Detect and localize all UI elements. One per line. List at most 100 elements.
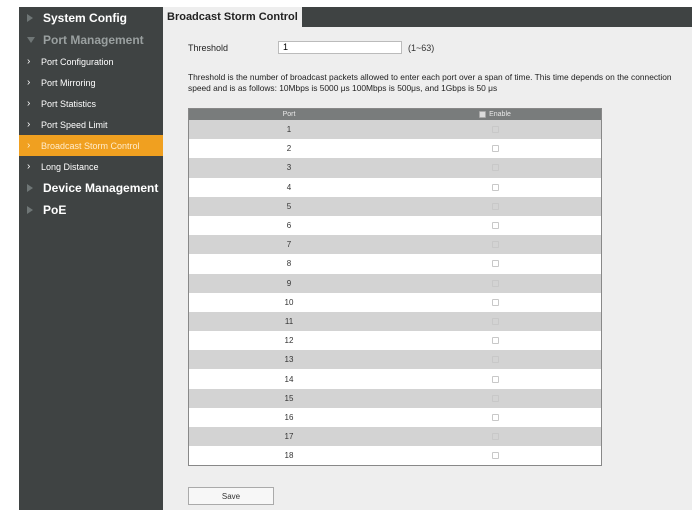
nav-system-config-label: System Config — [43, 11, 128, 25]
table-row: 14 — [189, 369, 601, 389]
enable-checkbox[interactable] — [491, 413, 499, 421]
nav-system-config[interactable]: System Config — [19, 7, 163, 29]
enable-cell — [389, 356, 601, 364]
enable-cell — [389, 375, 601, 383]
port-number: 14 — [284, 374, 294, 384]
enable-cell — [389, 452, 601, 460]
chevron-right-icon: › — [27, 161, 31, 172]
nav-device-management-label: Device Management — [43, 181, 159, 195]
chevron-right-icon: › — [27, 119, 31, 130]
chevron-right-icon: › — [27, 98, 31, 109]
enable-cell — [389, 222, 601, 230]
table-row: 8 — [189, 254, 601, 274]
expand-triangle-icon — [27, 184, 33, 192]
enable-cell — [389, 241, 601, 249]
chevron-right-icon: › — [27, 140, 31, 151]
nav-port-management[interactable]: Port Management — [19, 29, 163, 51]
port-number: 7 — [286, 240, 292, 250]
table-row: 5 — [189, 196, 601, 216]
nav-port-management-label: Port Management — [43, 33, 144, 47]
port-number: 13 — [284, 355, 294, 365]
enable-checkbox[interactable] — [491, 317, 499, 325]
table-row: 3 — [189, 158, 601, 178]
chevron-right-icon: › — [27, 77, 31, 88]
enable-checkbox[interactable] — [491, 183, 499, 191]
enable-checkbox[interactable] — [491, 222, 499, 230]
sidebar-item-long-distance[interactable]: › Long Distance — [19, 156, 163, 177]
enable-checkbox[interactable] — [491, 337, 499, 345]
enable-checkbox[interactable] — [491, 433, 499, 441]
table-body: 1 2 3 4 5 6 7 8 9 10 11 12 13 14 15 16 17 18 — [189, 120, 601, 466]
table-row: 9 — [189, 273, 601, 293]
enable-cell — [389, 183, 601, 191]
threshold-input[interactable] — [278, 41, 403, 54]
sidebar-item-port-configuration[interactable]: › Port Configuration — [19, 51, 163, 72]
enable-checkbox[interactable] — [491, 356, 499, 364]
column-header-enable-label: Enable — [489, 111, 511, 118]
save-button[interactable]: Save — [188, 487, 274, 505]
expand-triangle-icon — [27, 14, 33, 22]
sidebar-item-label: Port Mirroring — [41, 77, 96, 88]
enable-cell — [389, 337, 601, 345]
enable-cell — [389, 298, 601, 306]
port-number: 6 — [286, 221, 292, 231]
table-row: 16 — [189, 407, 601, 427]
sidebar-item-port-mirroring[interactable]: › Port Mirroring — [19, 72, 163, 93]
port-number: 11 — [284, 316, 294, 326]
tab-broadcast-storm-control[interactable]: Broadcast Storm Control — [163, 7, 302, 27]
nav-device-management[interactable]: Device Management — [19, 177, 163, 199]
port-number: 10 — [284, 297, 294, 307]
port-number: 17 — [284, 432, 294, 442]
enable-checkbox[interactable] — [491, 452, 499, 460]
select-all-checkbox[interactable] — [479, 111, 487, 118]
enable-cell — [389, 260, 601, 268]
sidebar-item-port-statistics[interactable]: › Port Statistics — [19, 93, 163, 114]
sidebar-item-label: Port Statistics — [41, 98, 97, 109]
port-table: Port Enable 1 2 3 4 5 6 7 8 9 10 11 12 13 14 15 16 17 18 — [188, 108, 602, 467]
port-number: 15 — [284, 393, 294, 403]
nav-poe[interactable]: PoE — [19, 199, 163, 221]
enable-cell — [389, 126, 601, 134]
chevron-right-icon: › — [27, 56, 31, 67]
threshold-description: Threshold is the number of broadcast pac… — [188, 72, 672, 93]
table-row: 11 — [189, 311, 601, 332]
enable-checkbox[interactable] — [491, 202, 499, 210]
port-number: 4 — [286, 182, 292, 192]
enable-checkbox[interactable] — [491, 375, 499, 383]
threshold-label: Threshold — [188, 42, 229, 53]
enable-checkbox[interactable] — [491, 298, 499, 306]
enable-checkbox[interactable] — [491, 164, 499, 172]
table-row: 13 — [189, 350, 601, 370]
enable-checkbox[interactable] — [491, 145, 499, 153]
threshold-row: Threshold (1~63) — [188, 41, 434, 54]
enable-cell — [389, 202, 601, 210]
table-row: 18 — [189, 446, 601, 466]
sidebar-item-broadcast-storm-control[interactable]: › Broadcast Storm Control — [19, 135, 163, 156]
enable-checkbox[interactable] — [491, 279, 499, 287]
enable-checkbox[interactable] — [491, 260, 499, 268]
port-number: 18 — [284, 451, 294, 461]
table-row: 7 — [189, 235, 601, 255]
port-number: 16 — [284, 412, 294, 422]
port-number: 1 — [286, 125, 292, 135]
enable-cell — [389, 317, 601, 325]
sidebar-item-label: Long Distance — [41, 161, 99, 172]
sidebar-item-label: Port Speed Limit — [41, 119, 108, 130]
port-number: 2 — [286, 144, 292, 154]
port-number: 3 — [286, 163, 292, 173]
enable-checkbox[interactable] — [491, 394, 499, 402]
table-row: 12 — [189, 331, 601, 351]
tab-bar: Broadcast Storm Control — [163, 7, 692, 27]
sidebar-item-port-speed-limit[interactable]: › Port Speed Limit — [19, 114, 163, 135]
enable-checkbox[interactable] — [491, 126, 499, 134]
content-panel: Broadcast Storm Control Threshold (1~63)… — [163, 7, 692, 510]
enable-cell — [389, 164, 601, 172]
table-header: Port Enable — [189, 109, 601, 120]
threshold-range: (1~63) — [408, 42, 435, 53]
sidebar-item-label: Broadcast Storm Control — [41, 140, 140, 151]
sidebar: System Config Port Management › Port Con… — [19, 7, 163, 510]
table-row: 17 — [189, 427, 601, 447]
sidebar-item-label: Port Configuration — [41, 56, 114, 67]
enable-checkbox[interactable] — [491, 241, 499, 249]
column-header-enable: Enable — [389, 111, 601, 118]
